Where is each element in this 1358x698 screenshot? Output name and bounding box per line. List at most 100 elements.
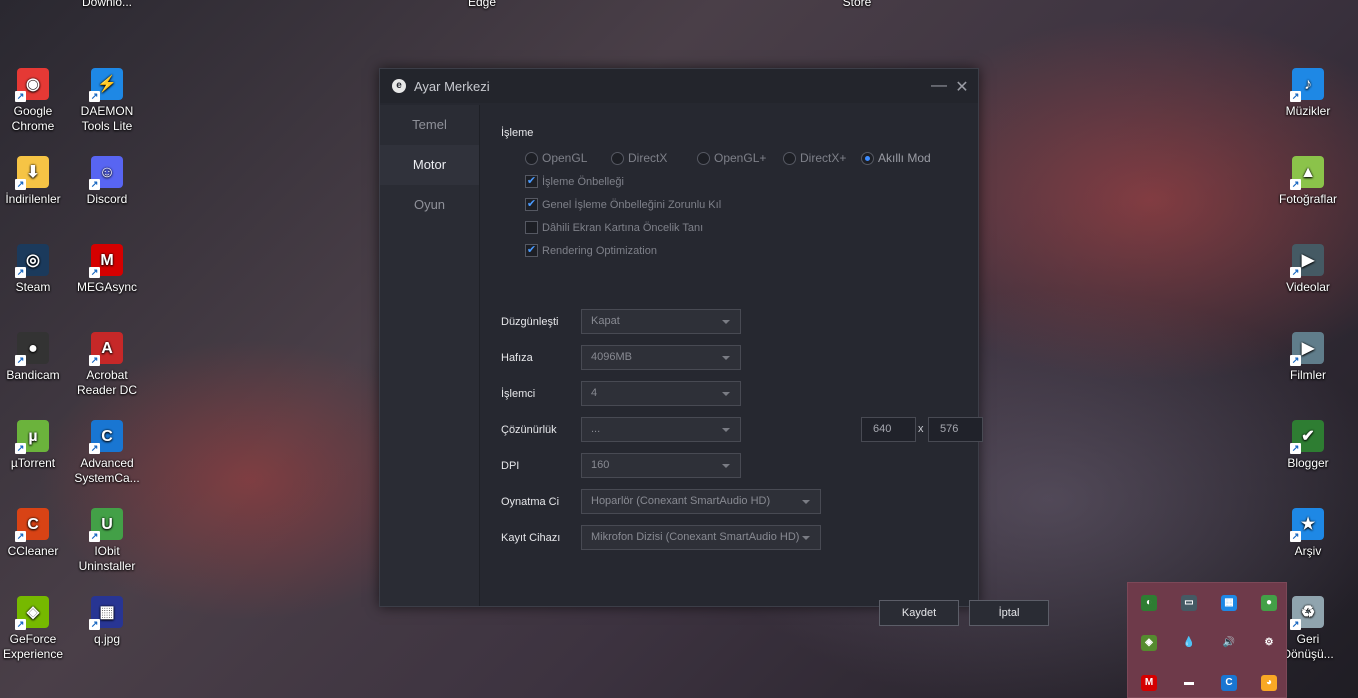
desktop-shortcut[interactable]: ◎ ↗ Steam <box>0 244 71 295</box>
field-dropdown[interactable]: Mikrofon Dizisi (Conexant SmartAudio HD) <box>581 525 821 550</box>
desktop-shortcut[interactable]: ◉ ↗ Google Chrome <box>0 68 71 134</box>
shortcut-arrow-icon: ↗ <box>89 91 100 102</box>
tray-app-icon[interactable]: ◐ <box>1141 595 1157 611</box>
desktop-shortcut[interactable]: ⚡ ↗ DAEMON Tools Lite <box>69 68 145 134</box>
utorrent-icon: µ ↗ <box>15 420 49 454</box>
resolution-height-input[interactable]: 576 <box>928 417 983 442</box>
desktop-shortcut[interactable]: ♪ ↗ Müzikler <box>1270 68 1346 119</box>
icon-glyph: µ <box>28 427 38 445</box>
desktop-shortcut[interactable]: ☺ ↗ Discord <box>69 156 145 207</box>
tray-droplet-icon[interactable]: 💧 <box>1181 635 1197 651</box>
cancel-button[interactable]: İptal <box>969 600 1049 626</box>
icon-glyph: A <box>101 339 113 357</box>
desktop-shortcut[interactable]: Microsoft Edge <box>444 0 520 10</box>
desktop-shortcut[interactable]: µ ↗ µTorrent <box>0 420 71 471</box>
close-icon[interactable]: ✕ <box>954 77 970 97</box>
minimize-icon[interactable]: — <box>931 77 947 95</box>
desktop-shortcut[interactable]: ◈ ↗ GeForce Experience <box>0 596 71 662</box>
tray-settings-icon[interactable]: ⚙ <box>1261 635 1277 651</box>
option-checkbox[interactable]: ✔ Rendering Optimization <box>525 244 657 257</box>
desktop-shortcut[interactable]: ✔ ↗ Blogger <box>1270 420 1346 471</box>
shortcut-arrow-icon: ↗ <box>15 619 26 630</box>
tray-asc-icon[interactable]: C <box>1221 675 1237 691</box>
chevron-down-icon <box>722 356 730 360</box>
tray-razer-icon[interactable]: ● <box>1261 595 1277 611</box>
field-dropdown[interactable]: Hoparlör (Conexant SmartAudio HD) <box>581 489 821 514</box>
desktop-shortcut[interactable]: ⬇ ↗ İndirilenler <box>0 156 71 207</box>
field-dropdown[interactable]: 160 <box>581 453 741 478</box>
sidebar-tab[interactable]: Motor <box>380 145 479 185</box>
save-button[interactable]: Kaydet <box>879 600 959 626</box>
desktop-shortcut[interactable]: Internet Downlo... <box>69 0 145 10</box>
tray-nvidia-icon[interactable]: ◈ <box>1141 635 1157 651</box>
desktop-shortcut[interactable]: ★ ↗ Arşiv <box>1270 508 1346 559</box>
desktop-shortcut[interactable]: ▶ ↗ Videolar <box>1270 244 1346 295</box>
desktop-shortcut[interactable]: ▶ ↗ Filmler <box>1270 332 1346 383</box>
shortcut-arrow-icon: ↗ <box>15 179 26 190</box>
tray-mega-icon[interactable]: M <box>1141 675 1157 691</box>
desktop-shortcut-label: Microsoft Store <box>842 0 872 9</box>
icon-glyph: ☺ <box>98 163 116 181</box>
desktop-shortcut[interactable]: C ↗ Advanced SystemCa... <box>69 420 145 486</box>
option-checkbox[interactable]: ✔ Genel İşleme Önbelleğini Zorunlu Kıl <box>525 198 721 211</box>
tray-battery-icon[interactable]: ▬ <box>1181 675 1197 691</box>
desktop-shortcut[interactable]: ▲ ↗ Fotoğraflar <box>1270 156 1346 207</box>
dialog-titlebar[interactable]: e Ayar Merkezi — ✕ <box>380 69 978 103</box>
render-mode-radio[interactable]: OpenGL <box>525 151 611 165</box>
render-mode-radio[interactable]: OpenGL+ <box>697 151 783 165</box>
chevron-down-icon <box>802 536 810 540</box>
sidebar-tab[interactable]: Temel <box>380 105 479 145</box>
icon-glyph: C <box>27 515 39 533</box>
field-dropdown[interactable]: Kapat <box>581 309 741 334</box>
shortcut-arrow-icon: ↗ <box>15 443 26 454</box>
movies-folder-icon: ▶ ↗ <box>1290 332 1324 366</box>
field-dropdown[interactable]: 4 <box>581 381 741 406</box>
bandicam-icon: ● ↗ <box>15 332 49 366</box>
radio-dot-icon <box>861 151 874 165</box>
desktop-shortcut-label: Blogger <box>1287 456 1329 470</box>
desktop-shortcut[interactable]: ▦ ↗ q.jpg <box>69 596 145 647</box>
desktop-shortcut[interactable]: A ↗ Acrobat Reader DC <box>69 332 145 398</box>
icon-glyph: ★ <box>1300 515 1316 533</box>
desktop-shortcut[interactable]: C ↗ CCleaner <box>0 508 71 559</box>
desktop-shortcut-label: Internet Downlo... <box>81 0 133 9</box>
desktop-shortcut[interactable]: U ↗ IObit Uninstaller <box>69 508 145 574</box>
dropdown-value: ... <box>591 423 601 435</box>
desktop-shortcut-label: Microsoft Edge <box>467 0 497 9</box>
icon-glyph: ▦ <box>99 603 115 621</box>
icon-glyph: C <box>101 427 113 445</box>
desktop-shortcut-label: Google Chrome <box>11 104 55 133</box>
render-mode-radio[interactable]: DirectX <box>611 151 697 165</box>
tray-misc-icon[interactable]: ◕ <box>1261 675 1277 691</box>
dropdown-value: 4096MB <box>591 351 632 363</box>
tray-volume-icon[interactable]: 🔊 <box>1221 635 1237 651</box>
tray-network-icon[interactable]: ▦ <box>1221 595 1237 611</box>
tray-overflow-popup: ◐ ▭ ▦ ● ◈ 💧 🔊 ⚙ M ▬ C ◕ <box>1127 582 1287 698</box>
chevron-down-icon <box>722 428 730 432</box>
checkbox-label: Rendering Optimization <box>542 244 657 257</box>
icon-glyph: ▶ <box>1301 339 1315 357</box>
render-mode-radio[interactable]: DirectX+ <box>783 151 861 165</box>
desktop-shortcut[interactable]: M ↗ MEGAsync <box>69 244 145 295</box>
desktop-shortcut[interactable]: ● ↗ Bandicam <box>0 332 71 383</box>
desktop-shortcut-label: CCleaner <box>7 544 59 558</box>
icon-glyph: ◈ <box>26 603 40 621</box>
icon-glyph: U <box>101 515 113 533</box>
checkbox-check-icon: ✔ <box>525 198 538 211</box>
resolution-width-input[interactable]: 640 <box>861 417 916 442</box>
desktop-shortcut[interactable]: Microsoft Store <box>819 0 895 10</box>
shortcut-arrow-icon: ↗ <box>1290 267 1301 278</box>
shortcut-arrow-icon: ↗ <box>1290 531 1301 542</box>
sidebar-tab[interactable]: Oyun <box>380 185 479 225</box>
desktop-shortcut-label: Advanced SystemCa... <box>74 456 140 485</box>
option-checkbox[interactable]: ✔ İşleme Önbelleği <box>525 175 624 188</box>
dropdown-value: 4 <box>591 387 598 399</box>
desktop-shortcut-label: q.jpg <box>93 632 121 646</box>
render-mode-radio[interactable]: Akıllı Mod <box>861 151 941 165</box>
field-dropdown[interactable]: ... <box>581 417 741 442</box>
tray-display-icon[interactable]: ▭ <box>1181 595 1197 611</box>
image-file-icon: ▦ ↗ <box>89 596 123 630</box>
field-label: Düzgünleşti <box>501 316 559 328</box>
field-dropdown[interactable]: 4096MB <box>581 345 741 370</box>
option-checkbox[interactable]: Dâhili Ekran Kartına Öncelik Tanı <box>525 221 703 234</box>
